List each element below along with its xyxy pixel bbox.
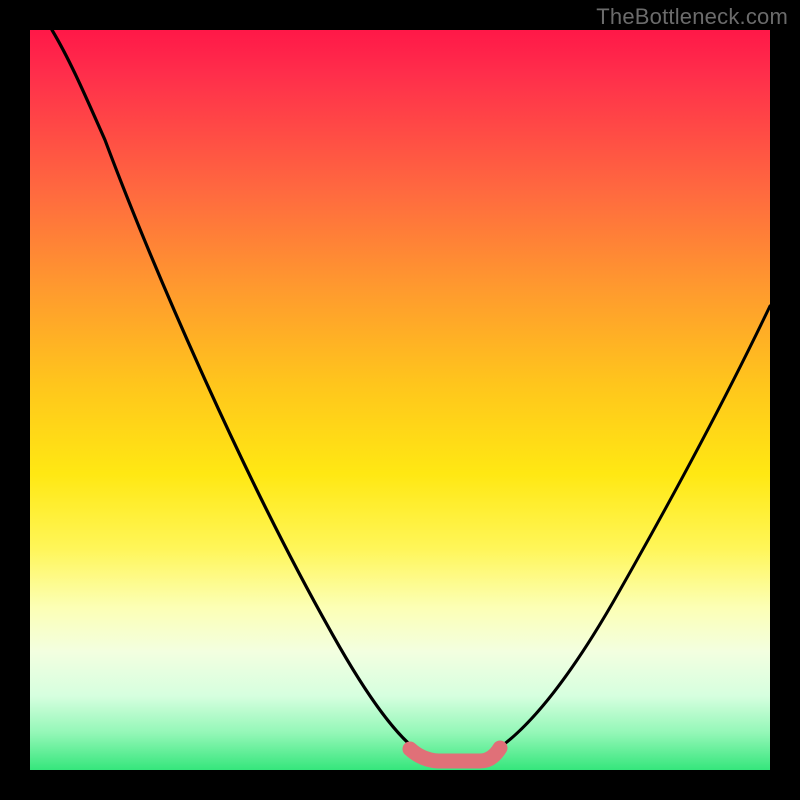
left-curve (52, 30, 422, 754)
chart-frame: TheBottleneck.com (0, 0, 800, 800)
chart-overlay (30, 30, 770, 770)
watermark-label: TheBottleneck.com (596, 4, 788, 30)
bottom-pink-segment (410, 748, 500, 761)
right-curve (490, 306, 770, 754)
